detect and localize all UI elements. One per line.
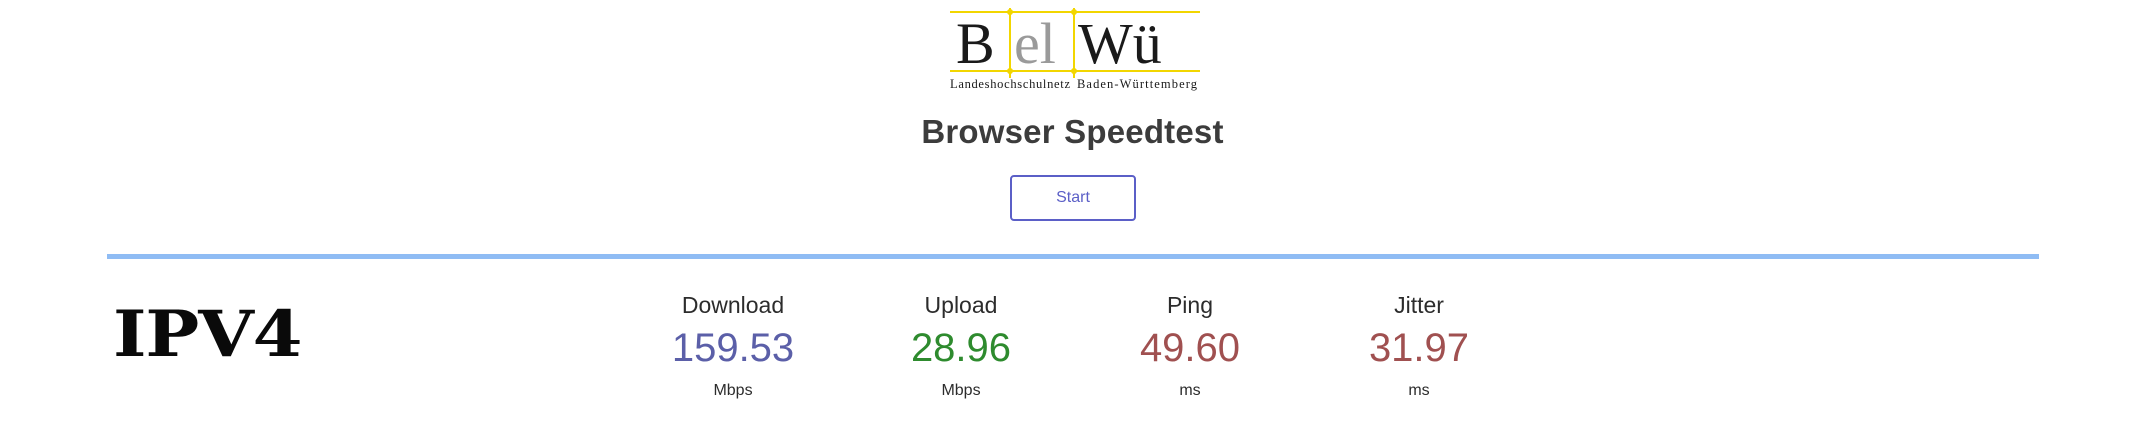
logo-subtitle-right: Baden-Württemberg xyxy=(1077,77,1198,91)
metric-unit: ms xyxy=(1179,382,1201,399)
metric-value: 28.96 xyxy=(910,326,1012,370)
metric-download: Download 159.53 Mbps xyxy=(618,292,848,400)
metric-ping: Ping 49.60 ms xyxy=(1075,292,1305,400)
metric-label: Jitter xyxy=(1394,292,1444,318)
metric-unit: ms xyxy=(1408,382,1430,399)
metric-label: Upload xyxy=(924,292,998,318)
metric-upload: Upload 28.96 Mbps xyxy=(846,292,1076,400)
metric-label: Download xyxy=(681,292,785,318)
start-button[interactable]: Start xyxy=(1010,175,1136,221)
metric-value: 159.53 xyxy=(671,326,795,370)
metric-label: Ping xyxy=(1166,292,1214,318)
speedtest-page: B el Wü Landeshochschulnetz Baden-Württe… xyxy=(0,0,2145,438)
logo-subtitle-left: Landeshochschulnetz xyxy=(950,77,1070,91)
logo-letters-el: el xyxy=(1014,11,1056,76)
metric-value: 31.97 xyxy=(1368,326,1470,370)
belwue-logo: B el Wü Landeshochschulnetz Baden-Württe… xyxy=(950,8,1200,91)
metric-jitter: Jitter 31.97 ms xyxy=(1304,292,1534,400)
protocol-label: IPV4 xyxy=(113,297,303,372)
metric-value: 49.60 xyxy=(1139,326,1241,370)
page-title: Browser Speedtest xyxy=(921,113,1224,150)
logo-letters-wue: Wü xyxy=(1078,11,1162,76)
logo-letter-b: B xyxy=(956,11,995,76)
metric-unit: Mbps xyxy=(941,382,981,399)
metric-unit: Mbps xyxy=(713,382,753,399)
divider xyxy=(107,254,2039,259)
